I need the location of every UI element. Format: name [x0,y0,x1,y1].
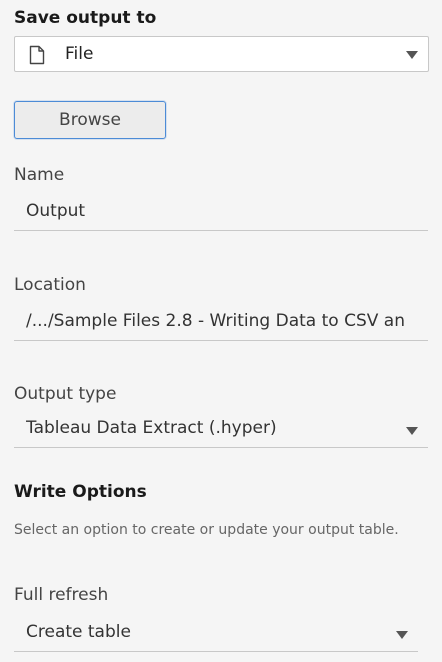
name-label: Name [14,165,65,185]
write-options-title: Write Options [14,482,147,502]
output-type-dropdown[interactable]: Tableau Data Extract (.hyper) [14,412,428,448]
save-output-title: Save output to [14,8,157,28]
name-field[interactable]: Output [14,195,428,231]
chevron-down-icon [406,427,418,435]
browse-button[interactable]: Browse [14,101,166,139]
save-output-value: File [65,44,94,64]
location-field[interactable]: /.../Sample Files 2.8 - Writing Data to … [14,305,428,341]
output-settings-panel: Save output to File Browse Name Output L… [0,0,442,662]
full-refresh-label: Full refresh [14,585,109,605]
file-icon [29,45,45,65]
save-output-dropdown[interactable]: File [14,36,429,72]
location-label: Location [14,275,86,295]
refresh-mode-dropdown[interactable]: Create table [14,616,418,652]
refresh-mode-value: Create table [26,622,131,642]
name-value: Output [26,201,86,221]
location-value: /.../Sample Files 2.8 - Writing Data to … [26,311,405,331]
chevron-down-icon [396,631,408,639]
output-type-label: Output type [14,384,117,404]
chevron-down-icon [406,51,418,59]
write-options-hint: Select an option to create or update you… [14,522,399,538]
output-type-value: Tableau Data Extract (.hyper) [26,418,277,438]
